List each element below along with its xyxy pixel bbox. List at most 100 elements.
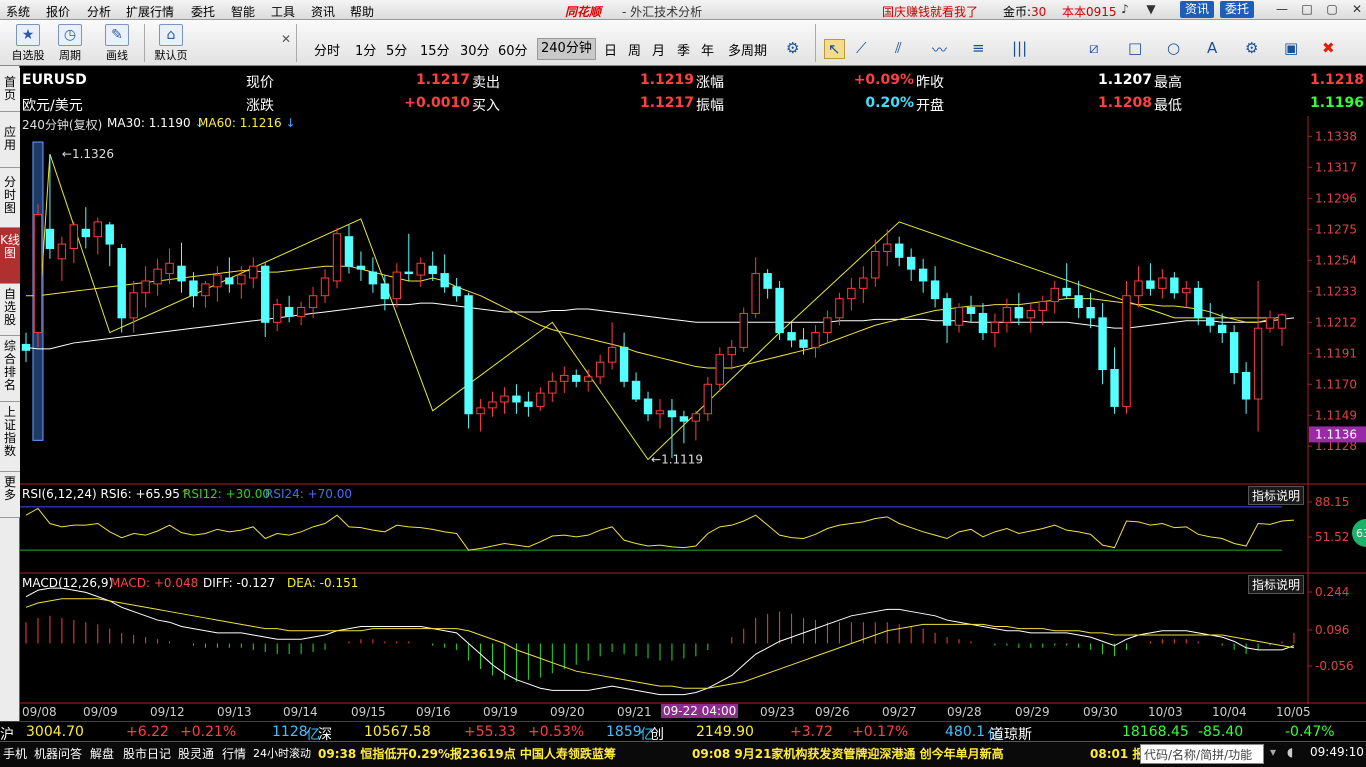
quote-value: 1.1207 <box>1097 72 1152 88</box>
wave-tool-icon[interactable]: 〰 <box>932 39 947 60</box>
period-60min[interactable]: 60分 <box>498 40 528 59</box>
period-settings-icon[interactable]: ⚙ <box>786 39 799 57</box>
menu-extended-market[interactable]: 扩展行情 <box>126 3 174 20</box>
candle-body <box>296 307 306 317</box>
draw-settings-icon[interactable]: ⚙ <box>1245 39 1258 57</box>
candle-body <box>1206 317 1215 326</box>
ellipse-icon[interactable]: ○ <box>1167 39 1180 57</box>
news-ticker-1[interactable]: 09:38 恒指低开0.29%报23619点 中国人寿领跌蓝筹 <box>318 745 616 762</box>
restore-icon[interactable]: □ <box>1300 2 1314 16</box>
tab-more[interactable]: 更多 <box>0 472 20 518</box>
candle-body <box>344 236 354 267</box>
period-multi[interactable]: 多周期 <box>728 40 767 59</box>
search-dropdown-icon[interactable]: ▾ <box>1270 745 1276 759</box>
speaker-icon[interactable]: ◖ <box>1287 745 1293 759</box>
date-label: 09/15 <box>351 705 386 719</box>
candle-body <box>727 346 736 356</box>
candle-body <box>93 221 102 238</box>
watchlist-button[interactable]: ★ 自选股 <box>8 22 48 64</box>
tab-market[interactable]: 行情 <box>222 745 246 762</box>
cycle-line-icon[interactable]: ||| <box>1012 39 1027 57</box>
tab-24h-news[interactable]: 24小时滚动 <box>253 745 311 761</box>
rectangle-icon[interactable]: □ <box>1128 39 1142 57</box>
period-240min[interactable]: 240分钟 <box>537 38 596 60</box>
quote-value: +0.09% <box>853 72 914 88</box>
menu-trade[interactable]: 委托 <box>191 3 215 20</box>
bell-icon[interactable]: ♪ <box>1118 2 1132 16</box>
candle-body <box>153 268 162 285</box>
search-input[interactable]: 代码/名称/简拼/功能 <box>1140 744 1264 764</box>
index-change: -85.40 <box>1198 724 1244 740</box>
news-button[interactable]: 资讯 <box>1180 1 1215 18</box>
fibonacci-icon[interactable]: ≡ <box>972 39 985 57</box>
period-5min[interactable]: 5分 <box>386 40 407 59</box>
close-icon[interactable]: ✕ <box>1350 2 1364 16</box>
menu-smart[interactable]: 智能 <box>231 3 255 20</box>
tab-qa[interactable]: 机器问答 <box>34 745 82 762</box>
period-year[interactable]: 年 <box>701 40 714 59</box>
default-page-button[interactable]: ⌂ 默认页 <box>151 22 191 64</box>
menu-analysis[interactable]: 分析 <box>87 3 111 20</box>
draw-line-button[interactable]: ✎ 画线 <box>97 22 137 64</box>
promo-link[interactable]: 国庆赚钱就看我了 <box>882 3 978 20</box>
trade-button[interactable]: 委托 <box>1220 1 1255 18</box>
index-change: +6.22 <box>126 724 169 740</box>
version-label[interactable]: 本本0915 <box>1062 3 1117 20</box>
quote-label: 开盘 <box>916 98 944 114</box>
macd-tick-label: 0.244 <box>1315 585 1349 599</box>
news-ticker-3[interactable]: 08:01 报 <box>1090 745 1144 762</box>
minimize-icon[interactable]: — <box>1275 2 1289 16</box>
candle-body <box>978 312 988 334</box>
channel-icon[interactable]: ⧄ <box>1089 39 1099 57</box>
period-1min[interactable]: 1分 <box>355 40 376 59</box>
tab-diary[interactable]: 股市日记 <box>123 745 171 762</box>
menu-news[interactable]: 资讯 <box>311 3 335 20</box>
period-month[interactable]: 月 <box>652 40 665 59</box>
menu-help[interactable]: 帮助 <box>350 3 374 20</box>
candle-body <box>751 273 760 314</box>
tab-gulingtong[interactable]: 股灵通 <box>178 745 214 762</box>
candle-body <box>308 295 318 309</box>
delete-drawing-icon[interactable]: ✖ <box>1322 39 1335 57</box>
maximize-icon[interactable]: ▢ <box>1325 2 1339 16</box>
candle-body <box>536 392 545 407</box>
rsi-help-button[interactable]: 指标说明 <box>1248 486 1305 505</box>
menu-quote[interactable]: 报价 <box>46 3 70 20</box>
tab-mobile[interactable]: 手机 <box>3 745 27 762</box>
period-button[interactable]: ◷ 周期 <box>50 22 90 64</box>
candle-body <box>966 307 976 314</box>
cursor-icon[interactable]: ↖ <box>824 39 845 59</box>
text-tool-icon[interactable]: A <box>1207 39 1217 57</box>
news-ticker-2[interactable]: 09:08 9月21家机构获发资管牌迎深港通 创今年单月新高 <box>692 745 1004 762</box>
menu-tools[interactable]: 工具 <box>271 3 295 20</box>
tab-kline-chart[interactable]: K线图 <box>0 228 20 284</box>
tab-ranking[interactable]: 综合排名 <box>0 336 20 402</box>
tab-commentary[interactable]: 解盘 <box>90 745 114 762</box>
tab-intraday-chart[interactable]: 分时图 <box>0 168 20 228</box>
candle-body <box>428 265 437 275</box>
kline-chart-svg[interactable]: 1.1338 1.1317 1.1296 1.1275 1.1254 1.1233 1.12… <box>20 116 1366 704</box>
period-30min[interactable]: 30分 <box>460 40 490 59</box>
price-tick-label: 1.1191 <box>1315 346 1357 360</box>
price-tick-label: 1.1296 <box>1315 191 1357 205</box>
candle-body <box>440 273 449 288</box>
menu-system[interactable]: 系统 <box>6 3 30 20</box>
macd-help-button[interactable]: 指标说明 <box>1248 575 1305 594</box>
candle-body <box>859 277 868 289</box>
shirt-icon[interactable]: ▼ <box>1144 2 1158 16</box>
tab-shanghai-index[interactable]: 上证指数 <box>0 402 20 472</box>
period-intraday[interactable]: 分时 <box>314 40 340 59</box>
tab-apps[interactable]: 应用 <box>0 112 20 168</box>
tab-home[interactable]: 首页 <box>0 68 20 112</box>
line-tool-icon[interactable]: ⟋ <box>856 39 867 57</box>
period-day[interactable]: 日 <box>604 40 617 59</box>
tab-watchlist[interactable]: 自选股 <box>0 284 20 336</box>
parallel-line-icon[interactable]: ⫽ <box>895 39 902 57</box>
collapse-icon[interactable]: ✕ <box>281 32 291 46</box>
period-15min[interactable]: 15分 <box>420 40 450 59</box>
period-quarter[interactable]: 季 <box>677 40 690 59</box>
save-drawing-icon[interactable]: ▣ <box>1284 39 1298 57</box>
period-week[interactable]: 周 <box>628 40 641 59</box>
chart-area[interactable]: 1.1338 1.1317 1.1296 1.1275 1.1254 1.1233 1.12… <box>20 116 1366 704</box>
candle-body <box>237 274 246 285</box>
